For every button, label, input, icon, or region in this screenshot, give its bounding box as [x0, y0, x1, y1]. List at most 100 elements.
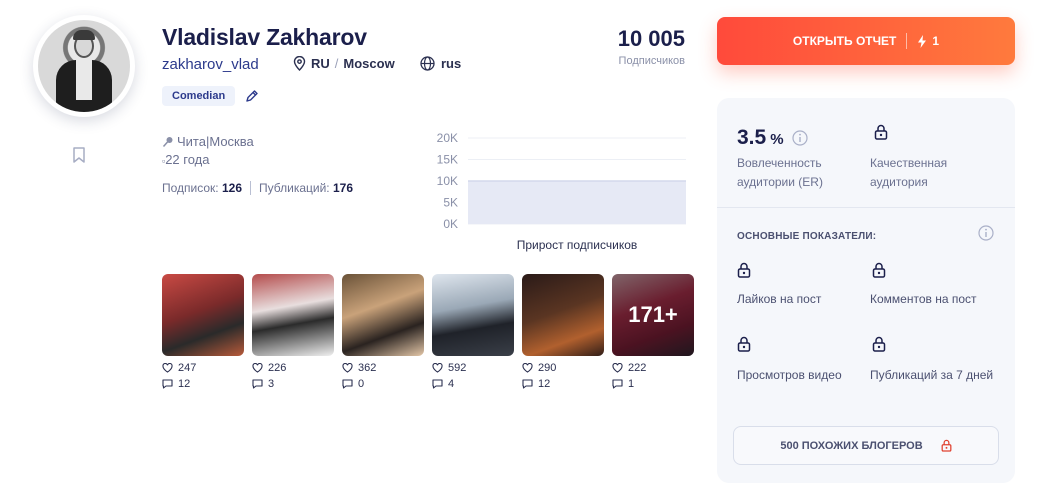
heart-icon: [522, 363, 533, 373]
main-metrics-title: ОСНОВНЫЕ ПОКАЗАТЕЛИ:: [737, 231, 877, 242]
post-comments: 12: [162, 378, 244, 390]
chart-area-series: [468, 180, 686, 224]
similar-bloggers-label: 500 ПОХОЖИХ БЛОГЕРОВ: [780, 439, 923, 452]
chart-ytick-label: 10K: [437, 174, 458, 188]
heart-icon: [162, 363, 173, 373]
post-likes: 290: [522, 362, 604, 374]
post-comments: 4: [432, 378, 514, 390]
lock-icon[interactable]: [737, 336, 751, 352]
post-item[interactable]: 592 4: [432, 274, 514, 390]
chart-ytick-label: 15K: [437, 153, 458, 167]
open-report-label: ОТКРЫТЬ ОТЧЕТ: [792, 34, 897, 48]
bio-city-text: Чита|Москва: [177, 134, 254, 149]
chart-ytick-label: 20K: [437, 131, 458, 145]
quality-audience-label: Качественная аудитория: [870, 156, 948, 189]
heart-icon: [432, 363, 443, 373]
post-thumbnail[interactable]: [432, 274, 514, 356]
comment-icon: [522, 379, 533, 389]
lock-icon: [941, 439, 952, 452]
bio-city: Чита|Москва: [162, 134, 254, 149]
more-posts-overlay[interactable]: 171+: [612, 274, 694, 356]
bio-age: ▫22 года: [162, 152, 210, 167]
post-comments-value: 3: [268, 378, 275, 390]
followers-count: 10 005: [617, 26, 685, 51]
report-credits: 1: [917, 34, 939, 48]
geo-city: Moscow: [343, 56, 395, 71]
post-comments: 3: [252, 378, 334, 390]
post-comments: 12: [522, 378, 604, 390]
followers-label: Подписчиков: [618, 55, 685, 67]
country-code: RU: [311, 56, 330, 71]
following-value: 126: [221, 181, 243, 195]
open-report-button[interactable]: ОТКРЫТЬ ОТЧЕТ 1: [717, 17, 1015, 65]
post-item[interactable]: 362 0: [342, 274, 424, 390]
lightning-icon: [918, 34, 927, 48]
lock-icon[interactable]: [872, 262, 886, 278]
profile-name: Vladislav Zakharov: [162, 24, 367, 50]
geo-location: RU / Moscow: [293, 56, 395, 71]
post-thumbnail[interactable]: [522, 274, 604, 356]
post-likes-value: 362: [358, 362, 377, 374]
post-item[interactable]: 171+ 222 1: [612, 274, 694, 390]
er-label: Вовлеченность аудитории (ER): [737, 156, 823, 189]
comment-icon: [162, 379, 173, 389]
post-likes: 226: [252, 362, 334, 374]
lock-icon[interactable]: [737, 262, 751, 278]
info-icon[interactable]: [978, 225, 994, 241]
pin-icon: [162, 136, 173, 147]
post-likes-value: 222: [628, 362, 647, 374]
post-thumbnail[interactable]: [342, 274, 424, 356]
post-comments: 1: [612, 378, 694, 390]
report-credits-value: 1: [932, 34, 940, 48]
post-likes-value: 247: [178, 362, 197, 374]
similar-bloggers-button[interactable]: 500 ПОХОЖИХ БЛОГЕРОВ: [733, 426, 999, 465]
post-comments: 0: [342, 378, 424, 390]
profile-username-link[interactable]: zakharov_vlad: [162, 56, 259, 73]
comment-icon: [252, 379, 263, 389]
age-text: 22 года: [165, 152, 210, 167]
bookmark-icon[interactable]: [72, 147, 86, 163]
post-grid: 247 12 226 3 362 0 592 4 290 12 171+ 222 1: [162, 274, 694, 390]
profile-counts: Подписок: 126 Публикаций: 176: [162, 181, 353, 195]
post-likes-value: 592: [448, 362, 467, 374]
lock-icon[interactable]: [874, 124, 888, 140]
post-likes: 247: [162, 362, 244, 374]
location-pin-icon: [293, 56, 306, 71]
heart-icon: [612, 363, 623, 373]
post-comments-value: 0: [358, 378, 365, 390]
stats-panel: 3.5 % Вовлеченность аудитории (ER) Качес…: [717, 98, 1015, 483]
post-likes-value: 290: [538, 362, 557, 374]
post-thumbnail[interactable]: 171+: [612, 274, 694, 356]
info-icon[interactable]: [791, 130, 808, 146]
er-number: 3.5: [737, 126, 767, 149]
metric-label: Просмотров видео: [737, 368, 842, 382]
heart-icon: [342, 363, 353, 373]
post-item[interactable]: 290 12: [522, 274, 604, 390]
chart-ytick-label: 5K: [443, 196, 458, 210]
chart-ytick-label: 0K: [443, 217, 458, 231]
metric-label: Публикаций за 7 дней: [870, 368, 994, 382]
posts-stat: Публикаций: 176: [259, 181, 353, 195]
post-item[interactable]: 226 3: [252, 274, 334, 390]
er-unit: %: [770, 131, 784, 148]
comment-icon: [432, 379, 443, 389]
post-comments-value: 12: [538, 378, 551, 390]
heart-icon: [252, 363, 263, 373]
post-likes: 592: [432, 362, 514, 374]
post-likes: 362: [342, 362, 424, 374]
post-likes: 222: [612, 362, 694, 374]
post-thumbnail[interactable]: [252, 274, 334, 356]
chart-xlabel: Прирост подписчиков: [516, 238, 638, 252]
language: rus: [420, 56, 461, 71]
following-stat: Подписок: 126: [162, 181, 242, 195]
globe-icon: [420, 56, 435, 71]
language-code: rus: [441, 56, 462, 71]
post-comments-value: 4: [448, 378, 455, 390]
category-tag[interactable]: Comedian: [162, 86, 236, 106]
post-comments-value: 1: [628, 378, 635, 390]
following-label: Подписок:: [162, 181, 219, 195]
post-thumbnail[interactable]: [162, 274, 244, 356]
edit-pencil-icon[interactable]: [245, 89, 259, 103]
lock-icon[interactable]: [872, 336, 886, 352]
post-item[interactable]: 247 12: [162, 274, 244, 390]
